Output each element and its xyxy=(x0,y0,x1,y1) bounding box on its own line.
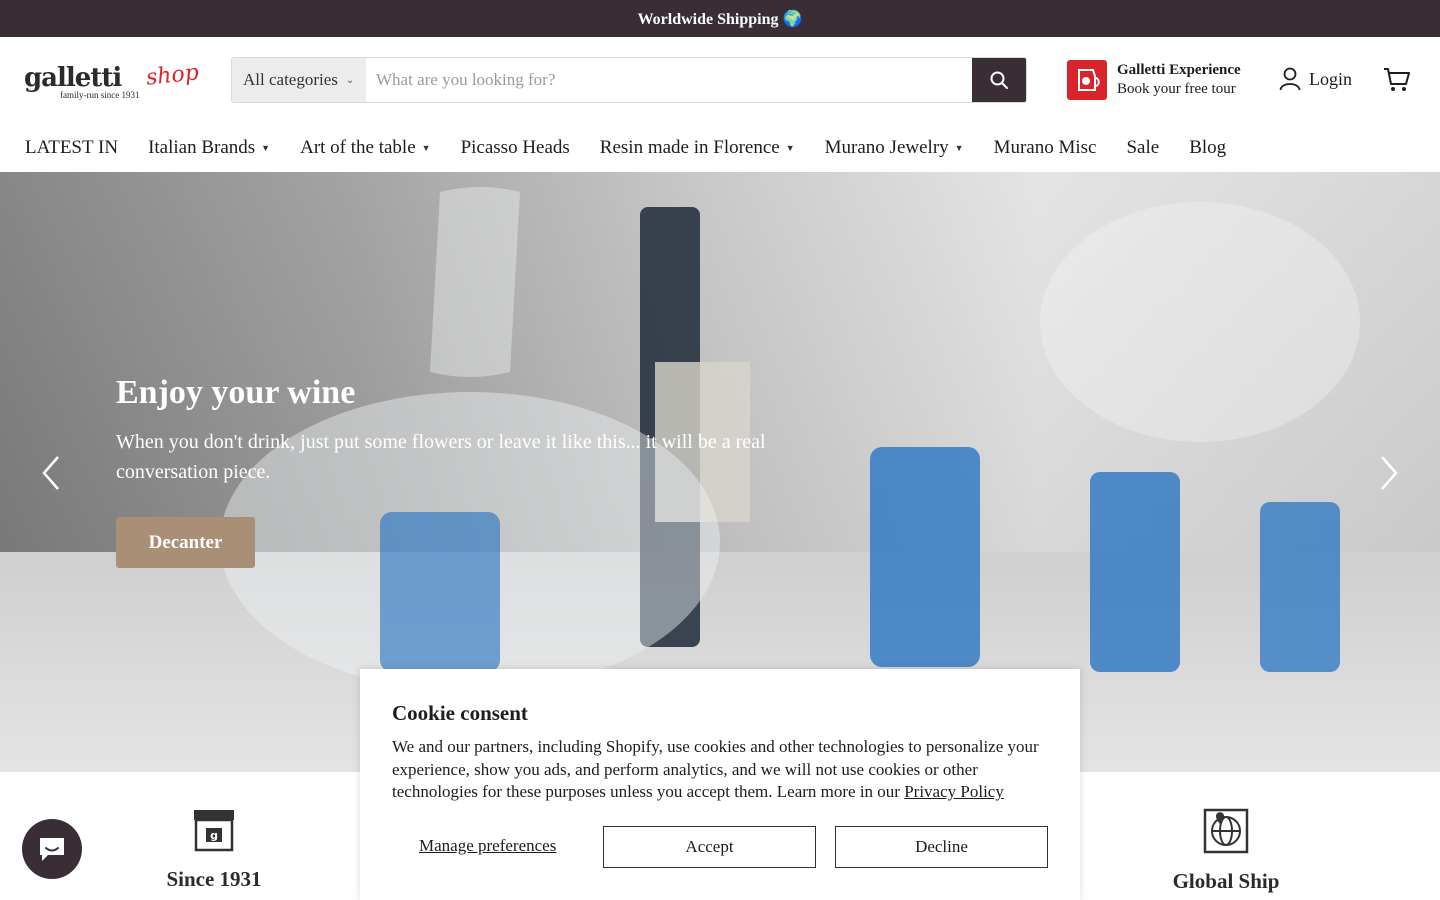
cookie-body: We and our partners, including Shopify, … xyxy=(392,736,1052,804)
chevron-right-icon xyxy=(1381,456,1398,490)
nav-item-murano-jewelry[interactable]: Murano Jewelry ▼ xyxy=(825,137,964,159)
decline-button[interactable]: Decline xyxy=(835,826,1048,868)
chevron-down-icon: ▼ xyxy=(954,142,964,153)
chat-button[interactable] xyxy=(22,819,82,879)
user-icon xyxy=(1279,67,1301,91)
feature-title: Global Ship xyxy=(1172,869,1280,893)
cart-icon xyxy=(1384,68,1410,91)
category-select[interactable]: All categories ⌄ xyxy=(232,58,366,102)
svg-text:g: g xyxy=(210,829,218,842)
site-logo[interactable]: galletti shop family-run since 1931 xyxy=(24,60,210,103)
chevron-down-icon: ▼ xyxy=(421,142,431,153)
chat-icon xyxy=(40,838,64,861)
announcement-bar: Worldwide Shipping 🌍 xyxy=(0,0,1440,37)
main-nav: LATEST IN Italian Brands ▼ Art of the tab… xyxy=(0,123,1440,172)
nav-item-latest-in[interactable]: LATEST IN xyxy=(25,137,118,159)
category-select-label: All categories xyxy=(243,70,338,89)
feature-title: Since 1931 xyxy=(166,867,262,891)
nav-item-picasso-heads[interactable]: Picasso Heads xyxy=(461,137,570,159)
logo-shop: shop xyxy=(144,60,200,91)
cookie-consent-dialog: Cookie consent We and our partners, incl… xyxy=(360,669,1080,900)
hero-title: Enjoy your wine xyxy=(116,374,356,411)
nav-item-murano-misc[interactable]: Murano Misc xyxy=(994,137,1097,159)
feature-global-ship: Global Ship xyxy=(1126,808,1326,894)
search-button[interactable] xyxy=(972,58,1026,102)
nav-item-resin[interactable]: Resin made in Florence ▼ xyxy=(600,137,795,159)
globe-location-icon xyxy=(1203,808,1249,854)
accept-button[interactable]: Accept xyxy=(603,826,816,868)
feature-since-1931: g Since 1931 xyxy=(114,808,314,892)
nav-item-blog[interactable]: Blog xyxy=(1189,137,1226,159)
chevron-down-icon: ▼ xyxy=(261,142,271,153)
cart-button[interactable] xyxy=(1383,67,1411,98)
search-input[interactable] xyxy=(366,58,972,102)
experience-subtitle: Book your free tour xyxy=(1117,81,1236,97)
nav-item-art-of-the-table[interactable]: Art of the table ▼ xyxy=(300,137,430,159)
hero-subtitle: When you don't drink, just put some flow… xyxy=(116,431,766,483)
chevron-down-icon: ▼ xyxy=(785,142,795,153)
manage-preferences-link[interactable]: Manage preferences xyxy=(419,836,556,856)
announcement-text: Worldwide Shipping 🌍 xyxy=(637,10,803,28)
site-header: galletti shop family-run since 1931 All … xyxy=(0,37,1440,123)
search-bar: All categories ⌄ xyxy=(231,57,1027,103)
cookie-title: Cookie consent xyxy=(392,701,528,725)
shop-icon: g xyxy=(194,810,234,852)
nav-item-sale[interactable]: Sale xyxy=(1126,137,1159,159)
login-link[interactable]: Login xyxy=(1279,67,1352,91)
privacy-policy-link[interactable]: Privacy Policy xyxy=(904,782,1004,801)
experience-link[interactable]: Galletti Experience Book your free tour xyxy=(1067,58,1257,102)
nav-item-italian-brands[interactable]: Italian Brands ▼ xyxy=(148,137,270,159)
logo-word: galletti xyxy=(24,63,122,93)
login-label: Login xyxy=(1309,68,1352,89)
chevron-left-icon xyxy=(42,456,59,490)
experience-title: Galletti Experience xyxy=(1117,62,1241,78)
experience-icon xyxy=(1067,60,1107,100)
slideshow-previous-button[interactable] xyxy=(38,455,68,491)
slideshow-next-button[interactable] xyxy=(1372,455,1402,491)
search-icon xyxy=(990,71,1008,89)
hero-cta-button[interactable]: Decanter xyxy=(116,517,255,568)
chevron-down-icon: ⌄ xyxy=(345,74,355,86)
logo-tagline: family-run since 1931 xyxy=(60,90,140,100)
